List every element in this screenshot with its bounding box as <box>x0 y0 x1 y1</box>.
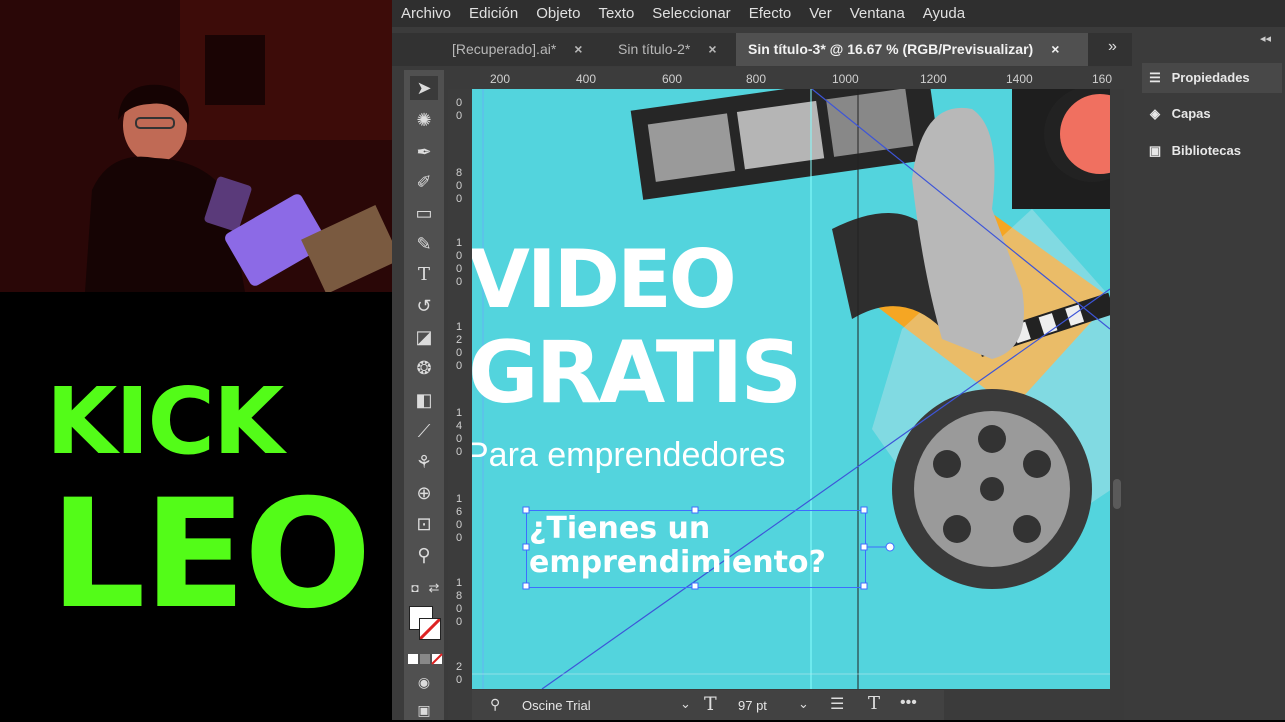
ruler-label: 1200 <box>455 321 463 372</box>
ruler-label: 1400 <box>455 407 463 458</box>
font-family-field[interactable]: Oscine Trial <box>522 698 591 713</box>
chevron-down-icon[interactable]: ⌄ <box>680 696 691 712</box>
vertical-scrollbar[interactable] <box>1110 89 1124 720</box>
selected-text-frame[interactable]: ¿Tienes un emprendimiento? <box>526 510 866 588</box>
webcam-feed <box>0 0 392 292</box>
menu-bar: Archivo Edición Objeto Texto Seleccionar… <box>392 0 1285 27</box>
close-icon[interactable]: × <box>574 41 582 57</box>
libraries-icon: ▣ <box>1148 143 1162 158</box>
layers-icon: ◈ <box>1150 106 1160 121</box>
ruler-label: 400 <box>576 72 597 86</box>
tab-label: Sin título-2* <box>618 41 691 57</box>
screen-mode-icon[interactable]: ▣ <box>410 698 438 722</box>
pen-tool-icon[interactable]: ✒ <box>410 140 438 164</box>
ruler-label: 20 <box>455 661 463 686</box>
ruler-label: 600 <box>662 72 683 86</box>
rotate-tool-icon[interactable]: ↺ <box>410 294 438 318</box>
horizontal-ruler: 200 400 600 800 1000 1200 1400 160 <box>480 67 1113 90</box>
font-size-field[interactable]: 97 pt <box>738 698 767 713</box>
menu-seleccionar[interactable]: Seleccionar <box>643 5 739 22</box>
menu-ver[interactable]: Ver <box>800 5 841 22</box>
swap-colors-icon[interactable]: ⇄ <box>426 576 442 600</box>
ruler-label: 160 <box>1092 72 1113 86</box>
tab-recuperado[interactable]: [Recuperado].ai* × <box>452 33 602 66</box>
paragraph-align-icon[interactable]: ☰ <box>830 694 844 714</box>
menu-efecto[interactable]: Efecto <box>740 5 801 22</box>
type-tool-icon[interactable]: T <box>410 263 438 287</box>
ruler-label: 800 <box>455 167 463 205</box>
close-icon[interactable]: × <box>708 41 716 57</box>
stroke-swatch[interactable] <box>419 618 441 640</box>
document-tabs: [Recuperado].ai* × Sin título-2* × Sin tít… <box>392 33 1132 66</box>
tab-label: [Recuperado].ai* <box>452 41 557 57</box>
tabs-overflow-icon[interactable]: » <box>1108 38 1117 56</box>
tools-panel: ➤ ✺ ✒ ✐ ▭ ✎ T ↺ ◪ ❂ ◧ ⟋ ⚘ ⊕ ⊡ ⚲ ◘ ⇄ ◉ ▣ <box>404 70 444 720</box>
sliders-icon: ☰ <box>1149 70 1161 85</box>
contextual-task-bar: ⚲ Oscine Trial ⌄ T 97 pt ⌄ ☰ T ••• <box>472 690 944 720</box>
headline-video[interactable]: VIDEO <box>472 237 737 323</box>
blend-tool-icon[interactable]: ⚘ <box>410 450 438 474</box>
ruler-label: 00 <box>455 97 463 122</box>
ruler-label: 200 <box>490 72 511 86</box>
panel-label: Propiedades <box>1171 70 1250 85</box>
ruler-label: 1000 <box>832 72 859 86</box>
scrollbar-thumb[interactable] <box>1113 479 1121 509</box>
webcam-scene <box>0 0 392 292</box>
ruler-label: 1600 <box>455 493 463 544</box>
color-mode-buttons[interactable] <box>407 652 443 665</box>
selection-tool-icon[interactable]: ➤ <box>410 76 438 100</box>
search-font-icon[interactable]: ⚲ <box>490 696 500 713</box>
warp-tool-icon[interactable]: ❂ <box>410 356 438 380</box>
menu-objeto[interactable]: Objeto <box>527 5 589 22</box>
subtitle-text[interactable]: Para emprendedores <box>472 435 785 475</box>
brand-line-1: KICK <box>46 368 284 475</box>
gradient-tool-icon[interactable]: ◧ <box>410 388 438 412</box>
menu-ventana[interactable]: Ventana <box>841 5 914 22</box>
illustrator-window: Archivo Edición Objeto Texto Seleccionar… <box>392 0 1285 720</box>
eraser-tool-icon[interactable]: ◪ <box>410 325 438 349</box>
draw-mode-icon[interactable]: ◉ <box>410 670 438 694</box>
headline-gratis[interactable]: GRATIS <box>472 327 802 419</box>
vertical-ruler: 00 800 1000 1200 1400 1600 1800 20 <box>448 89 472 720</box>
panel-propiedades[interactable]: ☰ Propiedades <box>1142 63 1282 93</box>
panel-label: Capas <box>1171 106 1211 121</box>
default-colors-icon[interactable]: ◘ <box>406 576 424 600</box>
panel-capas[interactable]: ◈ Capas <box>1142 99 1282 129</box>
eyedropper-tool-icon[interactable]: ⟋ <box>410 419 438 443</box>
artboard[interactable]: VIDEO GRATIS Para emprendedores ¿Tienes … <box>472 89 1110 689</box>
menu-archivo[interactable]: Archivo <box>392 5 460 22</box>
question-line-1: ¿Tienes un <box>529 511 711 546</box>
paintbrush-tool-icon[interactable]: ✎ <box>410 232 438 256</box>
text-options-icon[interactable]: T <box>868 693 880 714</box>
ruler-label: 1000 <box>455 237 463 288</box>
panel-bibliotecas[interactable]: ▣ Bibliotecas <box>1142 136 1282 166</box>
menu-texto[interactable]: Texto <box>589 5 643 22</box>
font-size-icon: T <box>704 693 717 715</box>
question-line-2: emprendimiento? <box>529 545 826 580</box>
chevron-down-icon[interactable]: ⌄ <box>798 696 809 712</box>
zoom-tool-icon[interactable]: ⚲ <box>410 543 438 567</box>
shape-builder-tool-icon[interactable]: ⊕ <box>410 481 438 505</box>
panel-collapse-icon[interactable]: ◂◂ <box>1260 32 1271 45</box>
rectangle-tool-icon[interactable]: ▭ <box>410 201 438 225</box>
tab-label: Sin título-3* @ 16.67 % (RGB/Previsualiz… <box>748 41 1034 57</box>
tab-sin-titulo-2[interactable]: Sin título-2* × <box>618 33 738 66</box>
more-options-icon[interactable]: ••• <box>900 694 917 712</box>
ruler-label: 1400 <box>1006 72 1033 86</box>
ruler-label: 800 <box>746 72 767 86</box>
brand-panel: KICK LEO <box>0 292 392 720</box>
artboard-tool-icon[interactable]: ⊡ <box>410 512 438 536</box>
curvature-tool-icon[interactable]: ✐ <box>410 170 438 194</box>
ruler-label: 1200 <box>920 72 947 86</box>
close-icon[interactable]: × <box>1051 41 1059 57</box>
menu-ayuda[interactable]: Ayuda <box>914 5 974 22</box>
properties-dock: ☰ Propiedades ◈ Capas ▣ Bibliotecas <box>1136 54 1285 720</box>
magic-wand-tool-icon[interactable]: ✺ <box>410 108 438 132</box>
menu-edicion[interactable]: Edición <box>460 5 527 22</box>
ruler-label: 1800 <box>455 577 463 628</box>
panel-label: Bibliotecas <box>1171 143 1241 158</box>
tab-sin-titulo-3[interactable]: Sin título-3* @ 16.67 % (RGB/Previsualiz… <box>736 33 1088 66</box>
brand-line-2: LEO <box>50 468 372 642</box>
